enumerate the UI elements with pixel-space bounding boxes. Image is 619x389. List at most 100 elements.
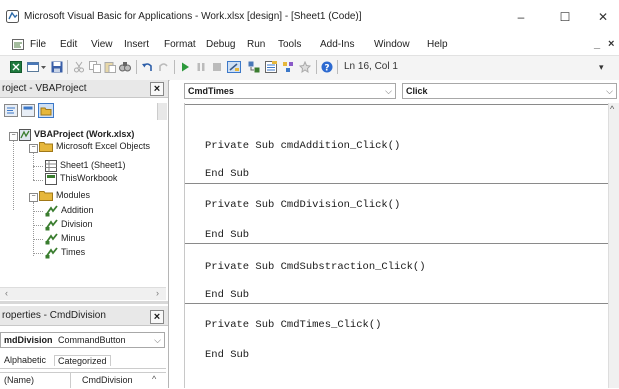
vba-project-icon (19, 129, 31, 141)
reset-icon[interactable] (211, 61, 223, 73)
redo-icon[interactable] (158, 61, 170, 73)
run-icon[interactable] (179, 61, 191, 73)
minimize-button[interactable]: – (511, 8, 531, 26)
procedure-combo-value: Click (406, 86, 428, 96)
menu-view[interactable]: View (91, 39, 113, 50)
undo-icon[interactable] (141, 61, 153, 73)
toolbox-icon[interactable] (299, 61, 311, 73)
toolbar-separator (136, 60, 137, 74)
copy-icon[interactable] (89, 61, 101, 73)
code-line-end-sub[interactable]: End Sub (205, 168, 249, 180)
procedure-combo[interactable]: Click ⌵ (402, 83, 617, 99)
code-line-end-sub[interactable]: End Sub (205, 229, 249, 241)
code-line-sub-signature[interactable]: Private Sub CmdTimes_Click() (205, 319, 381, 331)
svg-text:?: ? (324, 64, 329, 74)
menu-add-ins[interactable]: Add-Ins (320, 39, 354, 50)
menu-file[interactable]: File (30, 39, 46, 50)
properties-pane-title: roperties - CmdDivision (0, 306, 168, 326)
code-window-icon (12, 39, 24, 50)
view-code-icon[interactable] (4, 104, 18, 117)
property-name-value[interactable]: CmdDivision (82, 375, 133, 385)
tree-item-module-addition[interactable]: Addition (61, 205, 94, 215)
menu-edit[interactable]: Edit (60, 39, 77, 50)
folder-icon (39, 191, 53, 201)
paste-icon[interactable] (104, 61, 116, 73)
menu-insert[interactable]: Insert (124, 39, 149, 50)
menu-run[interactable]: Run (247, 39, 265, 50)
toolbar-separator (67, 60, 68, 74)
properties-object-name: mdDivision (4, 335, 53, 345)
code-editor[interactable]: Private Sub cmdAddition_Click() End Sub … (184, 103, 609, 388)
procedure-separator (185, 183, 609, 184)
tree-collapse-toggle[interactable]: − (29, 144, 38, 153)
scroll-up-arrow-icon[interactable]: ^ (152, 374, 156, 384)
code-vertical-scrollbar[interactable] (608, 103, 619, 388)
module-icon (45, 205, 58, 217)
project-pane-close-button[interactable]: × (150, 82, 164, 96)
chevron-down-icon: ⌵ (606, 86, 613, 96)
toolbar-separator (316, 60, 317, 74)
mdi-close-button[interactable]: × (608, 38, 614, 50)
code-line-end-sub[interactable]: End Sub (205, 289, 249, 301)
code-line-end-sub[interactable]: End Sub (205, 349, 249, 361)
help-icon[interactable]: ? (321, 61, 333, 73)
code-line-sub-signature[interactable]: Private Sub CmdSubstraction_Click() (205, 261, 426, 273)
properties-icon[interactable] (265, 61, 277, 73)
toggle-folders-icon[interactable] (38, 103, 54, 118)
menu-format[interactable]: Format (164, 39, 196, 50)
properties-pane-close-button[interactable]: × (150, 310, 164, 324)
project-tree-scrollbar[interactable] (157, 103, 167, 120)
excel-view-icon[interactable] (10, 61, 22, 73)
grid-divider (70, 372, 71, 388)
pane-splitter[interactable] (0, 301, 168, 304)
properties-object-select[interactable]: mdDivision CommandButton ⌵ (0, 332, 165, 348)
tree-connector (33, 166, 43, 167)
tree-item-excel-objects[interactable]: Microsoft Excel Objects (56, 141, 150, 151)
folder-icon (39, 142, 53, 152)
property-name-label: (Name) (4, 375, 35, 385)
insert-dropdown-icon[interactable] (40, 61, 47, 73)
scroll-right-arrow-icon[interactable]: › (156, 288, 159, 298)
code-line-sub-signature[interactable]: Private Sub cmdAddition_Click() (205, 140, 400, 152)
object-browser-icon[interactable] (282, 61, 294, 73)
procedure-separator (185, 303, 609, 304)
chevron-down-icon: ⌵ (154, 335, 161, 345)
code-line-sub-signature[interactable]: Private Sub CmdDivision_Click() (205, 199, 400, 211)
cut-icon[interactable] (73, 61, 85, 73)
project-pane-title: roject - VBAProject (0, 80, 168, 98)
tab-alphabetic[interactable]: Alphabetic (4, 355, 47, 365)
find-icon[interactable] (119, 61, 131, 73)
tree-item-sheet1[interactable]: Sheet1 (Sheet1) (60, 160, 126, 170)
vba-app-icon (6, 10, 19, 23)
tree-connector (13, 140, 14, 210)
maximize-button[interactable]: ☐ (555, 8, 575, 26)
tree-item-vba-project[interactable]: VBAProject (Work.xlsx) (34, 129, 134, 139)
close-button[interactable]: ✕ (593, 8, 613, 26)
tree-item-modules-folder[interactable]: Modules (56, 190, 90, 200)
tab-categorized[interactable]: Categorized (54, 355, 111, 366)
object-combo[interactable]: CmdTimes ⌵ (184, 83, 396, 99)
project-tree-hscrollbar[interactable] (0, 287, 166, 300)
mdi-minimize-button[interactable]: _ (594, 38, 600, 50)
properties-object-type: CommandButton (58, 335, 126, 345)
menu-help[interactable]: Help (427, 39, 448, 50)
tree-collapse-toggle[interactable]: − (29, 193, 38, 202)
menu-window[interactable]: Window (374, 39, 410, 50)
view-object-icon[interactable] (21, 104, 35, 117)
project-explorer-icon[interactable] (248, 61, 260, 73)
tree-collapse-toggle[interactable]: − (9, 132, 18, 141)
menu-debug[interactable]: Debug (206, 39, 235, 50)
break-icon[interactable] (195, 61, 207, 73)
toolbar-options-icon[interactable]: ▾ (599, 62, 604, 73)
tree-item-this-workbook[interactable]: ThisWorkbook (60, 173, 117, 183)
save-icon[interactable] (51, 61, 63, 73)
menu-tools[interactable]: Tools (278, 39, 301, 50)
tree-item-module-division[interactable]: Division (61, 219, 93, 229)
scroll-up-arrow-icon[interactable]: ^ (610, 104, 614, 114)
tree-connector (33, 239, 43, 240)
tree-item-module-times[interactable]: Times (61, 247, 85, 257)
tree-item-module-minus[interactable]: Minus (61, 233, 85, 243)
scroll-left-arrow-icon[interactable]: ‹ (5, 288, 8, 298)
design-mode-icon[interactable] (227, 61, 241, 73)
insert-module-icon[interactable] (27, 61, 39, 73)
